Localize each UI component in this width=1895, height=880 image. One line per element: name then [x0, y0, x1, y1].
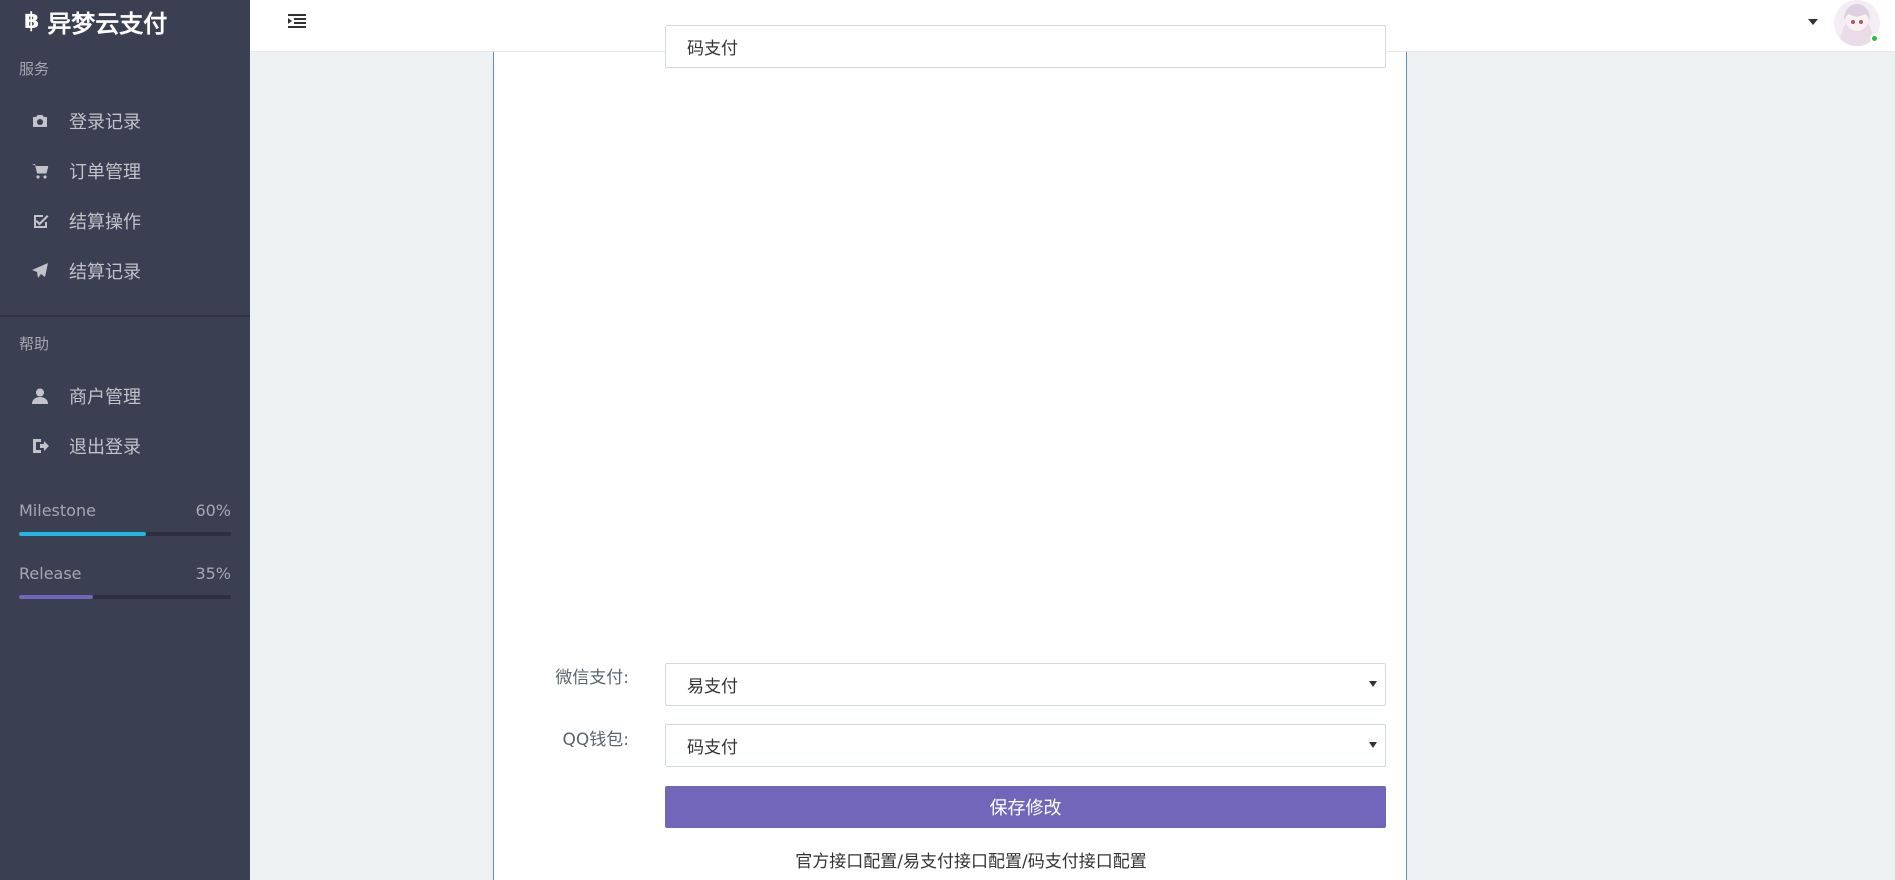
send-icon	[26, 261, 54, 281]
nav-section-help: 帮助	[19, 335, 50, 353]
indent-icon[interactable]	[286, 10, 308, 32]
progress-value: 60%	[195, 501, 231, 520]
settings-panel: 码支付 微信支付: 易支付 QQ钱包: 码支付 保存修改 官方接口配置/易支付接…	[493, 25, 1408, 880]
progress-label: Release	[19, 564, 82, 583]
brand[interactable]: ฿ 异梦云支付	[0, 0, 250, 42]
sidebar-item-login-records[interactable]: 登录记录	[0, 96, 250, 146]
bitcoin-icon: ฿	[24, 8, 40, 34]
check-square-icon	[26, 211, 54, 231]
field-label: 微信支付:	[555, 668, 629, 688]
progress-track	[19, 532, 231, 536]
sidebar: ฿ 异梦云支付 服务 登录记录 订单管理 结算操作 结算记录 帮助 商户管理 退…	[0, 0, 250, 880]
sidebar-item-label: 登录记录	[69, 112, 141, 133]
sidebar-item-label: 订单管理	[69, 162, 141, 183]
sidebar-item-order-management[interactable]: 订单管理	[0, 146, 250, 196]
sidebar-item-merchant-management[interactable]: 商户管理	[0, 371, 250, 421]
user-icon	[26, 386, 54, 406]
sidebar-item-label: 商户管理	[69, 387, 141, 408]
online-status-dot	[1870, 34, 1879, 43]
sidebar-item-label: 结算记录	[69, 262, 141, 283]
progress-value: 35%	[195, 564, 231, 583]
select-value: 码支付	[687, 738, 738, 758]
field-label: QQ钱包:	[562, 730, 630, 750]
progress-milestone: Milestone 60%	[19, 501, 231, 536]
progress-fill	[19, 595, 94, 599]
sidebar-item-settlement-operation[interactable]: 结算操作	[0, 196, 250, 246]
sidebar-item-settlement-records[interactable]: 结算记录	[0, 246, 250, 296]
sidebar-item-label: 结算操作	[69, 212, 141, 233]
sidebar-item-logout[interactable]: 退出登录	[0, 421, 250, 471]
progress-track	[19, 595, 231, 599]
nav-section-service: 服务	[19, 60, 50, 78]
qq-wallet-select[interactable]: 码支付	[665, 724, 1386, 767]
chevron-down-icon	[1369, 742, 1377, 748]
wechat-pay-select[interactable]: 易支付	[665, 663, 1386, 706]
sign-out-icon	[26, 436, 54, 456]
sidebar-item-label: 退出登录	[69, 437, 141, 458]
progress-fill	[19, 532, 147, 536]
camera-icon	[26, 111, 54, 131]
interface-config-links[interactable]: 官方接口配置/易支付接口配置/码支付接口配置	[494, 847, 1408, 872]
chevron-down-icon[interactable]	[1808, 19, 1818, 25]
progress-release: Release 35%	[19, 564, 231, 599]
top-field-select[interactable]: 码支付	[665, 25, 1386, 68]
select-value: 码支付	[687, 39, 738, 59]
save-button[interactable]: 保存修改	[665, 786, 1386, 828]
progress-label: Milestone	[19, 501, 96, 520]
cart-icon	[26, 161, 54, 181]
select-value: 易支付	[687, 677, 738, 697]
chevron-down-icon	[1369, 681, 1377, 687]
brand-name: 异梦云支付	[47, 9, 168, 38]
